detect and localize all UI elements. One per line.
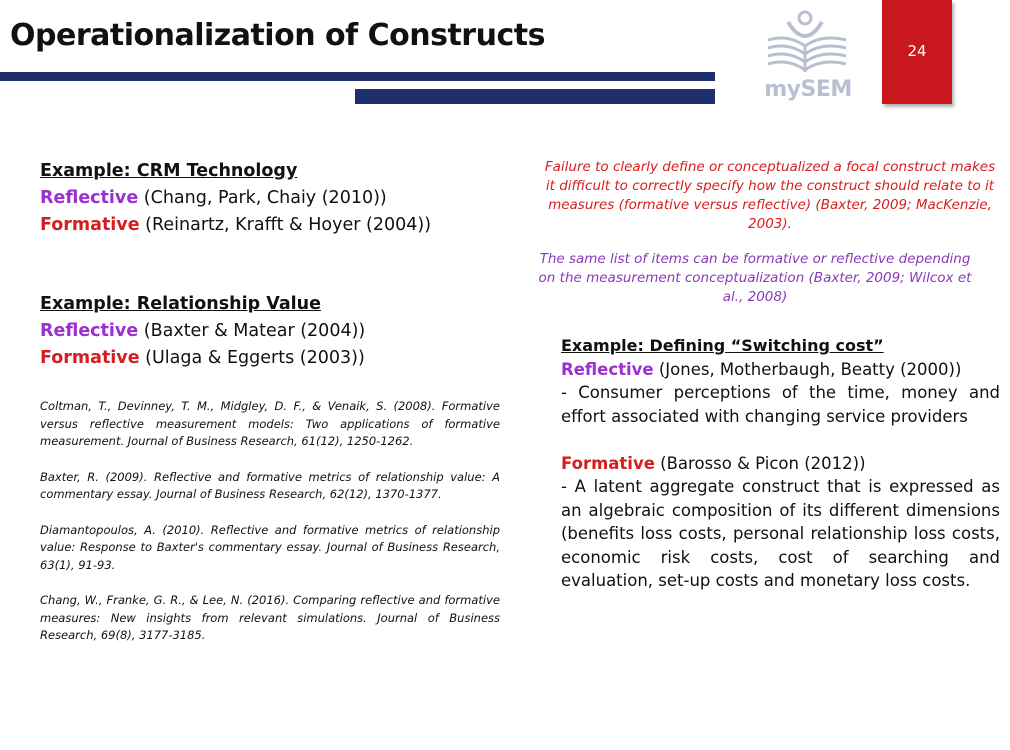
- example-relationship-value: Example: Relationship Value Reflective (…: [40, 291, 510, 372]
- book-figure-icon: [767, 10, 847, 72]
- example-crm-heading: Example: CRM Technology: [40, 161, 298, 181]
- reference-item: Baxter, R. (2009). Reflective and format…: [40, 469, 500, 502]
- logo-wordmark: mySEM: [764, 77, 852, 102]
- switching-cost-heading: Example: Defining “Switching cost”: [561, 336, 884, 355]
- formative-label: Formative: [40, 348, 140, 368]
- slide-title: Operationalization of Constructs: [10, 18, 545, 53]
- formative-label: Formative: [561, 453, 655, 473]
- reflective-label: Reflective: [40, 321, 139, 341]
- formative-ref: (Barosso & Picon (2012)): [660, 453, 866, 473]
- page-number: 24: [907, 42, 927, 60]
- example-rv-formative: Formative (Ulaga & Eggerts (2003)): [40, 345, 510, 372]
- example-crm-reflective: Reflective (Chang, Park, Chaiy (2010)): [40, 185, 510, 212]
- reflective-ref: (Jones, Motherbaugh, Beatty (2000)): [658, 359, 962, 379]
- reflective-ref: (Chang, Park, Chaiy (2010)): [143, 188, 387, 208]
- reflective-label: Reflective: [40, 188, 139, 208]
- switching-cost-formative: Formative (Barosso & Picon (2012)): [561, 452, 1000, 476]
- example-rv-reflective: Reflective (Baxter & Matear (2004)): [40, 318, 510, 345]
- mysem-logo: mySEM: [758, 10, 858, 102]
- quote-definition-failure: Failure to clearly define or conceptuali…: [544, 159, 996, 232]
- page-number-box: 24: [882, 0, 952, 104]
- quote-same-items: The same list of items can be formative …: [538, 251, 972, 305]
- example-crm: Example: CRM Technology Reflective (Chan…: [40, 158, 510, 239]
- reference-item: Coltman, T., Devinney, T. M., Midgley, D…: [40, 399, 500, 448]
- title-accent-bar: [355, 89, 715, 104]
- reference-item: Chang, W., Franke, G. R., & Lee, N. (201…: [40, 593, 500, 642]
- reflective-ref: (Baxter & Matear (2004)): [143, 321, 366, 341]
- switching-cost-reflective: Reflective (Jones, Motherbaugh, Beatty (…: [561, 358, 1000, 382]
- example-crm-formative: Formative (Reinartz, Krafft & Hoyer (200…: [40, 212, 510, 239]
- reflective-label: Reflective: [561, 359, 654, 379]
- reference-list: Coltman, T., Devinney, T. M., Midgley, D…: [40, 398, 500, 663]
- title-underline-bar: [0, 72, 715, 81]
- formative-ref: (Reinartz, Krafft & Hoyer (2004)): [145, 215, 432, 235]
- example-rv-heading: Example: Relationship Value: [40, 294, 321, 314]
- formative-description: - A latent aggregate construct that is e…: [561, 477, 1000, 590]
- formative-ref: (Ulaga & Eggerts (2003)): [145, 348, 365, 368]
- formative-label: Formative: [40, 215, 140, 235]
- example-switching-cost: Example: Defining “Switching cost” Refle…: [561, 334, 1000, 593]
- reflective-description: - Consumer perceptions of the time, mone…: [561, 383, 1000, 426]
- reference-item: Diamantopoulos, A. (2010). Reflective an…: [40, 522, 500, 572]
